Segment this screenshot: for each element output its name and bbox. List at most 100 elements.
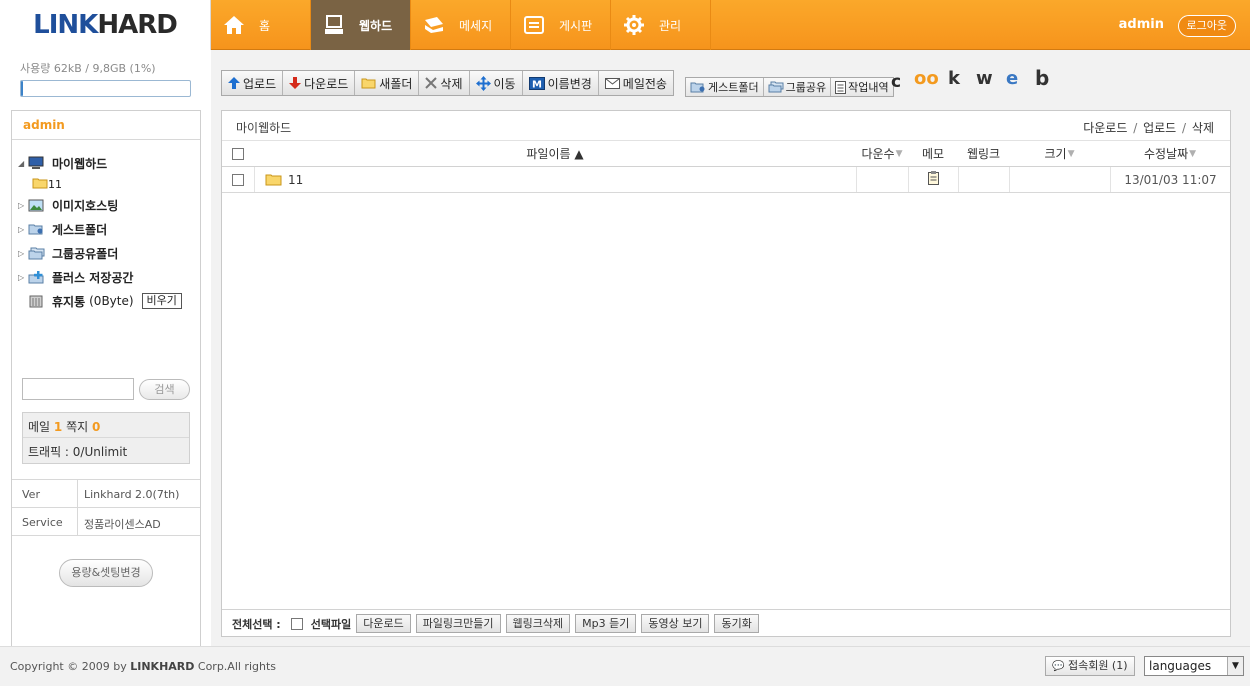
share-toolbar: 게스트폴더 그룹공유 작업내역 (685, 77, 894, 97)
nav-webhard[interactable]: 웹하드 (311, 0, 411, 50)
nav-message[interactable]: 메세지 (411, 0, 511, 50)
col-downloads[interactable]: 다운수 ▼ (856, 141, 908, 166)
nav-label: 메세지 (459, 18, 493, 33)
copyright-post: Corp.All rights (197, 660, 277, 673)
collapsed-arrow-icon[interactable]: ▷ (18, 273, 28, 282)
send-mail-button[interactable]: 메일전송 (599, 71, 673, 95)
tree-label: 이미지호스팅 (52, 198, 119, 213)
mail-count[interactable]: 1 (54, 420, 62, 434)
col-size-label: 크기 (1044, 147, 1067, 161)
guest-folder-icon (28, 222, 46, 236)
language-select[interactable]: languages ▼ (1144, 656, 1244, 676)
message-counts: 메일 1 쪽지 0 (23, 413, 189, 438)
tree-label: 11 (48, 177, 62, 191)
history-button[interactable]: 작업내역 (831, 78, 892, 96)
nav-board[interactable]: 게시판 (511, 0, 611, 50)
file-name-cell[interactable]: 11 (254, 167, 856, 192)
rename-button[interactable]: M 이름변경 (523, 71, 599, 95)
online-members-button[interactable]: 💬 접속회원 (1) (1045, 656, 1135, 676)
sort-arrow-icon: ▼ (895, 148, 903, 159)
collapsed-arrow-icon[interactable]: ▷ (18, 249, 28, 258)
quick-upload-link[interactable]: 업로드 (1143, 121, 1176, 135)
memo-cell[interactable] (908, 167, 958, 192)
file-modified: 13/01/03 11:07 (1110, 167, 1230, 192)
logout-button[interactable]: 로그아웃 (1177, 15, 1236, 37)
service-key: Service (12, 508, 78, 535)
video-play-button[interactable]: 동영상 보기 (641, 614, 710, 633)
move-button[interactable]: 이동 (470, 71, 523, 95)
tree-label: 그룹공유폴더 (52, 246, 119, 261)
bulk-download-button[interactable]: 다운로드 (356, 614, 411, 633)
mp3-play-button[interactable]: Mp3 듣기 (575, 614, 637, 633)
orkut-icon[interactable]: oo (914, 68, 939, 89)
col-size[interactable]: 크기 ▼ (1009, 141, 1110, 166)
tree-label: 마이웹하드 (52, 156, 108, 171)
trash-icon (28, 294, 46, 308)
logo[interactable]: LINKHARD (33, 10, 178, 40)
upload-button[interactable]: 업로드 (222, 71, 284, 95)
tree-item-image-hosting[interactable]: ▷ 이미지호스팅 (12, 193, 200, 217)
memo-icon[interactable] (928, 171, 939, 188)
home-icon (223, 14, 245, 36)
image-icon (28, 198, 46, 212)
b-icon[interactable]: b (1035, 66, 1049, 90)
sync-button[interactable]: 동기화 (714, 614, 759, 633)
k-icon[interactable]: k (948, 68, 960, 89)
delete-label: 삭제 (440, 76, 463, 91)
action-separator: / (1182, 121, 1187, 135)
search-input[interactable] (22, 378, 134, 400)
dropdown-arrow-icon[interactable]: ▼ (1227, 657, 1243, 675)
col-modified-label: 수정날짜 (1143, 147, 1189, 161)
collapsed-arrow-icon[interactable]: ▷ (18, 201, 28, 210)
svg-text:M: M (532, 79, 542, 90)
tree-item-folder-11[interactable]: 11 (12, 175, 200, 193)
new-folder-button[interactable]: 새폴더 (355, 71, 420, 95)
nav-label: 웹하드 (359, 18, 393, 33)
group-share-label: 그룹공유 (785, 81, 827, 94)
guest-folder-button[interactable]: 게스트폴더 (686, 78, 764, 96)
rename-label: 이름변경 (547, 76, 592, 91)
w-icon[interactable]: w (976, 68, 993, 89)
footer: Copyright © 2009 by LINKHARD Corp.All ri… (0, 646, 1250, 686)
version-table: Ver Linkhard 2.0(7th) Service 정품라이센스AD (12, 479, 200, 536)
make-file-link-button[interactable]: 파일링크만들기 (415, 614, 501, 633)
download-button[interactable]: 다운로드 (283, 71, 356, 95)
quick-download-link[interactable]: 다운로드 (1083, 121, 1127, 135)
select-all-checkbox[interactable] (232, 147, 244, 160)
expanded-arrow-icon[interactable]: ◢ (18, 159, 28, 168)
tree-item-guest-folder[interactable]: ▷ 게스트폴더 (12, 217, 200, 241)
nav-label: 관리 (659, 18, 682, 33)
file-downloads (856, 167, 908, 192)
delete-button[interactable]: 삭제 (419, 71, 470, 95)
col-weblink: 웹링크 (958, 141, 1009, 166)
version-row: Ver Linkhard 2.0(7th) (12, 480, 200, 508)
tree-item-mywebhard[interactable]: ◢ 마이웹하드 (12, 151, 200, 175)
tree-item-trash[interactable]: 휴지통 (0Byte) 비우기 (12, 289, 200, 313)
empty-trash-button[interactable]: 비우기 (141, 293, 182, 309)
quick-delete-link[interactable]: 삭제 (1192, 121, 1214, 135)
tree-item-group-folder[interactable]: ▷ 그룹공유폴더 (12, 241, 200, 265)
rename-icon: M (528, 76, 545, 90)
nav-admin[interactable]: 관리 (611, 0, 711, 50)
file-name[interactable]: 11 (288, 173, 303, 187)
group-folder-icon (28, 246, 46, 260)
bulk-select-checkbox[interactable] (290, 617, 303, 630)
file-row[interactable]: 11 13/01/03 11:07 (222, 167, 1230, 193)
tree-item-plus-storage[interactable]: ▷ 플러스 저장공간 (12, 265, 200, 289)
change-settings-button[interactable]: 용량&셋팅변경 (59, 559, 153, 587)
e-icon[interactable]: e (1006, 68, 1018, 89)
logo-area[interactable]: LINKHARD (0, 0, 211, 50)
usage-bar (20, 80, 191, 97)
note-count[interactable]: 0 (92, 420, 100, 434)
delete-weblink-button[interactable]: 웹링크삭제 (505, 614, 571, 633)
col-filename[interactable]: 파일이름 ▲ (254, 141, 856, 166)
mail-icon (604, 77, 620, 89)
col-modified[interactable]: 수정날짜 ▼ (1110, 141, 1230, 166)
nav-home[interactable]: 홈 (211, 0, 311, 50)
group-share-button[interactable]: 그룹공유 (764, 78, 832, 96)
action-separator: / (1133, 121, 1138, 135)
search-button[interactable]: 검색 (139, 379, 190, 400)
row-checkbox[interactable] (232, 173, 244, 186)
collapsed-arrow-icon[interactable]: ▷ (18, 225, 28, 234)
delete-icon (425, 77, 438, 89)
